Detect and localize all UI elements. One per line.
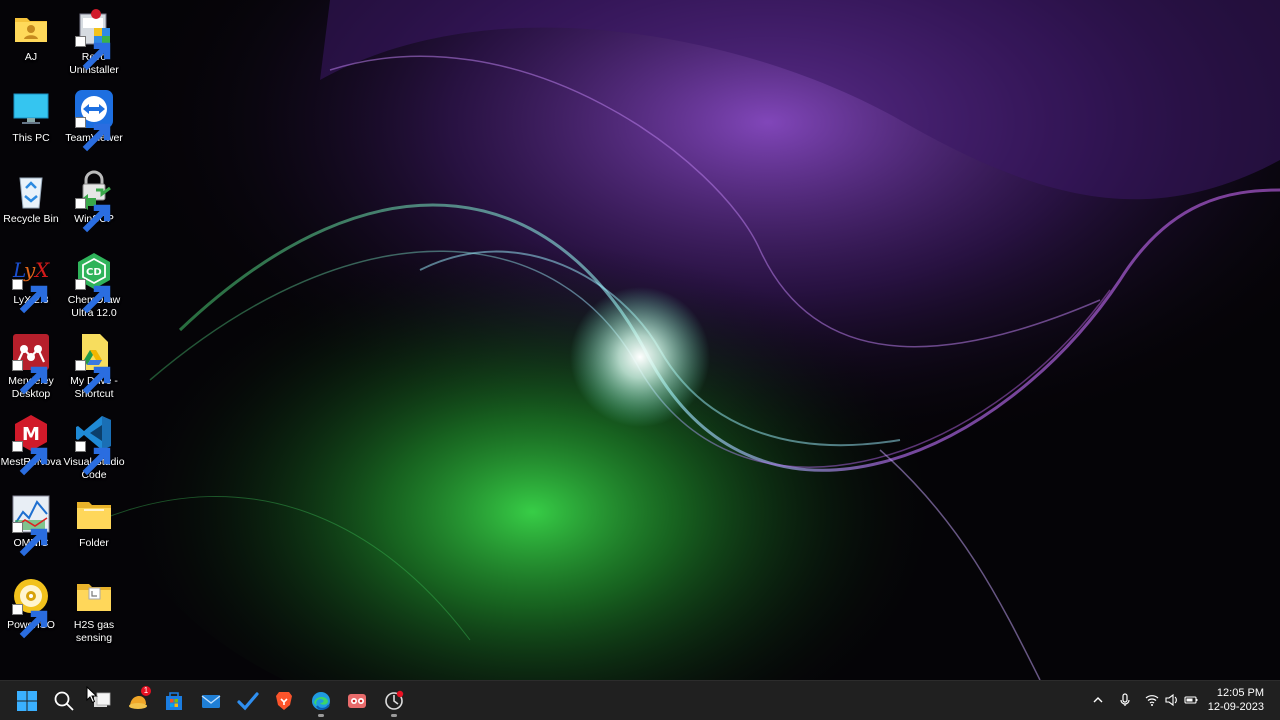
desktop-icon-teamviewer[interactable]: TeamViewer	[63, 89, 125, 152]
desktop-icon-my-drive[interactable]: My Drive - Shortcut	[63, 332, 125, 401]
desktop-icon-h2s-gas-sensing[interactable]: H2S gas sensing	[63, 576, 125, 645]
desktop-icon-label: H2S gas sensing	[73, 619, 115, 644]
desktop-icon-label: Folder	[79, 537, 109, 549]
desktop-icon-this-pc[interactable]: This PC	[0, 89, 62, 145]
edge-browser-icon	[312, 692, 330, 710]
desktop-icon-poweriso[interactable]: PowerISO	[0, 576, 62, 639]
brave-browser-button[interactable]	[268, 685, 300, 717]
desktop-icon-label: This PC	[12, 132, 50, 144]
mestrenova-icon: M	[11, 413, 51, 476]
wifi-icon	[1145, 695, 1159, 706]
clock-time: 12:05 PM	[1216, 687, 1264, 699]
desktop-icon-label: AJ	[24, 51, 38, 63]
battery-button[interactable]	[1180, 689, 1202, 711]
volume-icon	[1165, 693, 1177, 707]
taskbar: 1 12:05 PM 12-09-2023	[0, 680, 1280, 720]
desktop-icon-omnic[interactable]: OMNIC	[0, 494, 62, 557]
battery-icon	[1184, 696, 1198, 704]
mail-icon	[201, 695, 221, 708]
desktop-icon-mestrenova[interactable]: M MestReNova	[0, 413, 62, 476]
windows-start-icon	[17, 691, 37, 711]
wallpaper-image	[0, 0, 1280, 680]
desktop-icon-recycle-bin[interactable]: Recycle Bin	[0, 170, 62, 226]
brave-browser-icon	[276, 692, 292, 710]
winscp-icon	[74, 170, 114, 233]
google-drive-icon	[74, 332, 114, 395]
desktop-icon-lyx[interactable]: LyX LyX 2.3	[0, 251, 62, 314]
screen-recorder-button[interactable]	[378, 685, 410, 717]
folder-icon	[74, 576, 114, 616]
widgets-button[interactable]: 1	[122, 685, 154, 717]
search-icon	[54, 691, 74, 711]
microphone-icon	[1120, 693, 1130, 706]
todo-check-icon	[237, 692, 259, 711]
desktop-icon-chemdraw[interactable]: CD ChemDraw Ultra 12.0	[63, 251, 125, 320]
lyx-icon: LyX	[11, 251, 51, 314]
svg-text:CD: CD	[86, 267, 102, 278]
mendeley-icon	[11, 332, 51, 395]
edge-browser-button[interactable]	[305, 685, 337, 717]
notification-badge: 1	[141, 686, 151, 696]
desktop-icon-winscp[interactable]: WinSCP	[63, 170, 125, 233]
microsoft-store-button[interactable]	[158, 685, 190, 717]
mouse-cursor-icon	[86, 686, 98, 704]
poweriso-icon	[11, 576, 51, 639]
screen-recorder-icon	[385, 690, 404, 710]
desktop: AJ This PC Recycle Bin LyX LyX 2.3 Mende…	[0, 0, 1280, 680]
monitor-icon	[11, 89, 51, 129]
chevron-up-icon	[1093, 697, 1103, 703]
clock-date: 12-09-2023	[1207, 701, 1264, 713]
store-icon	[166, 692, 182, 710]
teamviewer-icon	[74, 89, 114, 152]
desktop-icon-revo-uninstaller[interactable]: Revo Uninstaller	[63, 8, 125, 77]
desktop-icon-mendeley[interactable]: Mendeley Desktop	[0, 332, 62, 401]
user-folder-icon	[11, 8, 51, 48]
desktop-icon-label: Recycle Bin	[3, 213, 59, 225]
omnic-icon	[11, 494, 51, 557]
microphone-button[interactable]	[1114, 689, 1136, 711]
chemdraw-icon: CD	[74, 251, 114, 314]
todo-button[interactable]	[232, 685, 264, 717]
app-button[interactable]	[341, 685, 373, 717]
tray-overflow-button[interactable]	[1087, 689, 1109, 711]
desktop-icon-vscode[interactable]: Visual Studio Code	[63, 413, 125, 482]
app-icon	[348, 694, 366, 708]
revo-uninstaller-icon	[74, 8, 114, 71]
recycle-bin-icon	[11, 170, 51, 210]
search-button[interactable]	[48, 685, 80, 717]
folder-icon	[74, 494, 114, 534]
start-button[interactable]	[11, 685, 43, 717]
mail-button[interactable]	[195, 685, 227, 717]
system-clock[interactable]: 12:05 PM 12-09-2023	[1208, 686, 1264, 714]
desktop-icon-aj[interactable]: AJ	[0, 8, 62, 64]
running-indicator	[318, 714, 324, 717]
running-indicator	[391, 714, 397, 717]
svg-text:X: X	[33, 258, 50, 282]
vscode-icon	[74, 413, 114, 476]
desktop-icon-folder[interactable]: Folder	[63, 494, 125, 550]
volume-button[interactable]	[1160, 689, 1182, 711]
